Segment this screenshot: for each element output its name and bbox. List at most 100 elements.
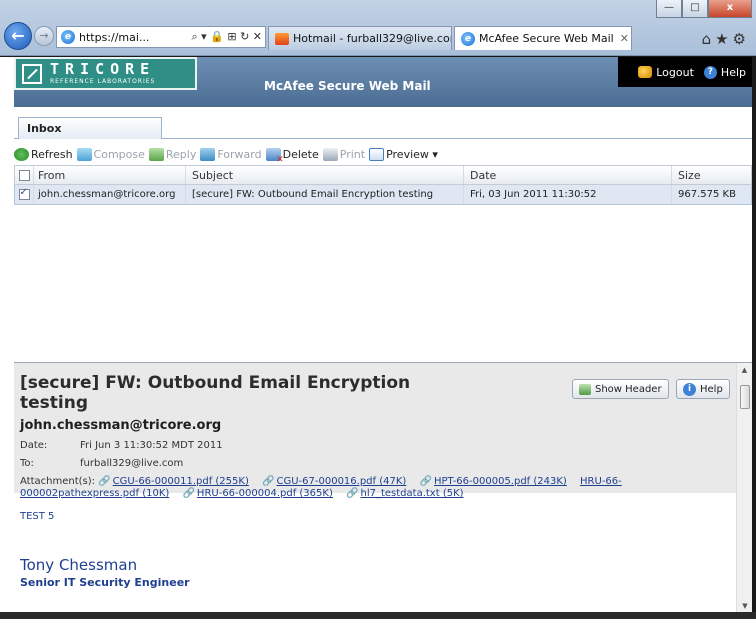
compose-label: Compose [93,147,145,161]
row-size: 967.575 KB [671,185,749,204]
tab-close-icon[interactable]: ✕ [614,32,629,45]
preview-scrollbar[interactable]: ▲ ▼ [736,363,752,612]
date-value: Fri Jun 3 11:30:52 MDT 2011 [80,440,223,451]
forward-button[interactable]: Forward [200,147,262,161]
hotmail-favicon-icon [275,32,289,45]
folder-tabbar: Inbox [14,117,752,139]
attachment-link[interactable]: hl7_testdata.txt (5K) [361,488,464,499]
window-controls: — □ x [656,0,752,18]
app-header: TRICORE Reference Laboratories McAfee Se… [14,57,752,107]
paperclip-icon: 🔗 [98,476,111,487]
message-help-button[interactable]: i Help [676,379,730,399]
message-subject: [secure] FW: Outbound Email Encryption t… [20,373,411,413]
message-to-row: To: furball329@live.com [20,458,183,469]
forward-icon [200,147,216,161]
body-text: TEST 5 [20,511,55,522]
column-from[interactable]: From [33,166,185,184]
column-size[interactable]: Size [671,166,749,184]
message-body: TEST 5 Tony Chessman Senior IT Security … [20,511,720,589]
attachment-link[interactable]: HPT-66-000005.pdf (243K) [434,476,567,487]
print-icon [322,147,338,161]
tab-hotmail-label: Hotmail - furball329@live.com... [293,32,451,45]
message-sender: john.chessman@tricore.org [20,418,222,433]
delete-icon [265,147,284,165]
message-grid: From Subject Date Size john.chessman@tri… [14,165,752,205]
row-from: john.chessman@tricore.org [33,185,185,204]
signature-title: Senior IT Security Engineer [20,576,190,589]
delete-button[interactable]: Delete [265,147,319,165]
address-bar-icons[interactable]: ⌕ ▾ 🔒 ⊞ ↻ ✕ [191,30,265,44]
show-header-button[interactable]: Show Header [572,379,669,399]
tricore-logo: TRICORE Reference Laboratories [14,57,197,90]
mail-toolbar: Refresh Compose Reply Forward Delete Pri… [14,143,752,165]
show-header-label: Show Header [595,383,662,395]
ie-favicon-icon: e [461,31,475,46]
preview-dropdown[interactable]: Preview ▾ [369,147,438,161]
scroll-up-icon[interactable]: ▲ [737,363,752,377]
attachments-row: Attachment(s): 🔗 CGU-66-000011.pdf (255K)… [20,476,730,500]
help-link[interactable]: ? Help [703,65,746,79]
ie-favicon-icon: e [61,30,75,44]
tab-mcafee-label: McAfee Secure Web Mail [479,32,614,45]
logout-icon [638,66,653,78]
logout-link[interactable]: Logout [638,66,694,79]
preview-pane-icon [369,147,385,161]
reply-label: Reply [165,147,197,161]
forward-label: Forward [217,147,262,161]
delete-label: Delete [282,147,319,161]
attachment-link[interactable]: CGU-66-000011.pdf (255K) [113,476,249,487]
attachment-link[interactable]: CGU-67-000016.pdf (47K) [276,476,406,487]
row-date: Fri, 03 Jun 2011 11:30:52 [463,185,671,204]
column-date[interactable]: Date [463,166,671,184]
tab-mcafee[interactable]: e McAfee Secure Web Mail ✕ [454,26,632,50]
to-label: To: [20,458,34,469]
signature-name: Tony Chessman [20,556,138,574]
app-title: McAfee Secure Web Mail [264,79,431,93]
refresh-icon [14,147,29,161]
paperclip-icon: 🔗 [262,476,275,487]
tricore-logo-icon [22,63,42,84]
home-favorites-settings-icons[interactable]: ⌂★⚙ [702,30,750,48]
preview-label: Preview ▾ [386,147,438,161]
paperclip-icon: 🔗 [346,488,359,499]
table-row[interactable]: john.chessman@tricore.org [secure] FW: O… [14,185,752,205]
paperclip-icon: 🔗 [419,476,432,487]
tab-hotmail[interactable]: Hotmail - furball329@live.com... [268,26,452,50]
forward-arrow-icon[interactable]: → [34,26,54,46]
page: TRICORE Reference Laboratories McAfee Se… [0,57,752,612]
attachment-link[interactable]: HRU-66-000004.pdf (365K) [197,488,333,499]
print-button[interactable]: Print [322,147,365,161]
back-arrow-icon[interactable]: ← [4,22,32,50]
logo-sub-text: Reference Laboratories [50,78,156,85]
scroll-down-icon[interactable]: ▼ [737,599,752,612]
refresh-label: Refresh [31,147,73,161]
close-window-button[interactable]: x [708,0,752,18]
status-bar [0,612,756,619]
logout-label: Logout [656,65,694,79]
reply-button[interactable]: Reply [148,147,197,161]
paperclip-icon: 🔗 [182,488,195,499]
refresh-button[interactable]: Refresh [14,147,73,161]
maximize-button[interactable]: □ [682,0,708,18]
preview-pane: [secure] FW: Outbound Email Encryption t… [14,362,752,612]
logo-main-text: TRICORE [50,60,156,78]
minimize-button[interactable]: — [656,0,682,18]
message-date-row: Date: Fri Jun 3 11:30:52 MDT 2011 [20,440,223,451]
address-text[interactable]: https://mai... [79,31,191,44]
help-icon: ? [703,65,717,79]
show-header-icon [579,383,591,395]
address-bar[interactable]: e https://mai... ⌕ ▾ 🔒 ⊞ ↻ ✕ [56,26,266,48]
message-help-label: Help [700,383,723,395]
grid-header: From Subject Date Size [14,165,752,185]
row-subject: [secure] FW: Outbound Email Encryption t… [185,185,463,204]
row-checkbox[interactable] [15,187,33,200]
scroll-thumb[interactable] [740,385,750,409]
to-value: furball329@live.com [80,458,184,469]
compose-icon [76,147,92,161]
compose-button[interactable]: Compose [76,147,145,161]
reply-icon [148,147,164,161]
attachments-label: Attachment(s): [20,476,96,487]
column-subject[interactable]: Subject [185,166,463,184]
tab-inbox[interactable]: Inbox [18,117,162,139]
select-all-checkbox[interactable] [15,169,33,181]
